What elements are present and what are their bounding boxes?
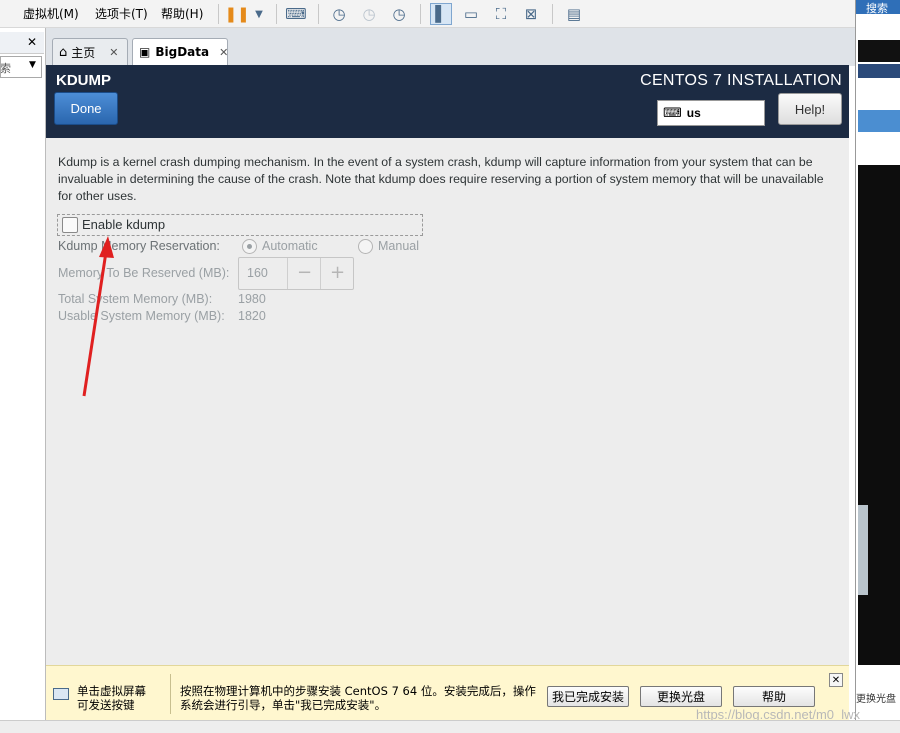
background-panel — [858, 505, 868, 595]
hint-left-line2: 可发送按键 — [77, 698, 135, 712]
background-panel — [858, 64, 900, 78]
annotation-arrow — [82, 236, 114, 397]
hint-main-text: 按照在物理计算机中的步骤安装 CentOS 7 64 位。安装完成后，操作系统会… — [180, 684, 536, 712]
status-bar — [0, 720, 900, 733]
background-panel — [858, 110, 900, 132]
hint-close-icon[interactable]: ✕ — [829, 673, 843, 687]
hint-left-line1: 单击虚拟屏幕 — [77, 684, 146, 698]
installed-done-button[interactable]: 我已完成安装 — [547, 686, 629, 707]
background-search-button: 搜索 — [856, 0, 900, 14]
keyboard-hint-icon — [53, 688, 69, 700]
change-disc-button[interactable]: 更换光盘 — [640, 686, 722, 707]
background-change-disc-text: 更换光盘 — [856, 694, 896, 704]
hint-help-button[interactable]: 帮助 — [733, 686, 815, 707]
hint-divider — [170, 674, 171, 714]
hint-left-text: 单击虚拟屏幕 可发送按键 — [77, 684, 146, 712]
annotation-arrow-shaft — [82, 251, 108, 397]
annotation-arrow-head — [99, 236, 114, 258]
background-panel — [858, 40, 900, 62]
